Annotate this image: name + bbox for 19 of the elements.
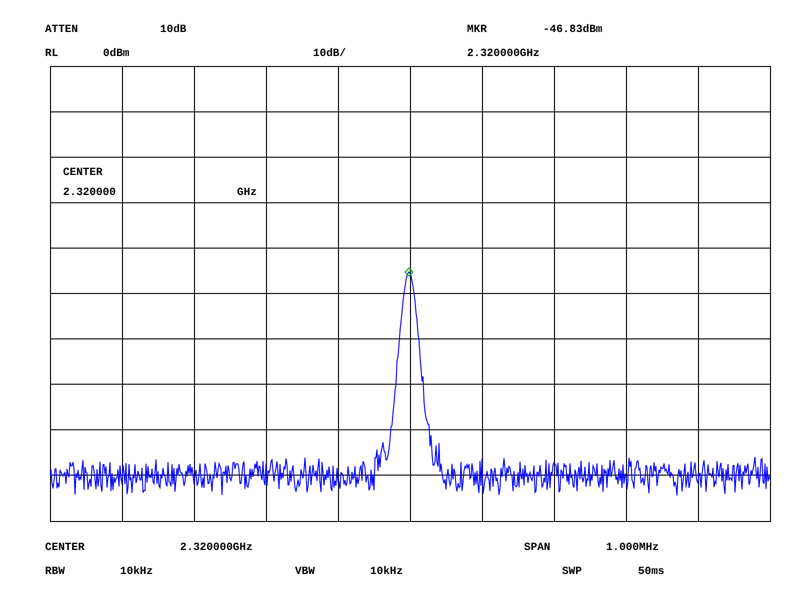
header-label: ATTEN bbox=[45, 23, 78, 38]
footer-value: 1.000MHz bbox=[606, 541, 659, 556]
footer-value: 10kHz bbox=[120, 565, 154, 580]
footer-label: SPAN bbox=[524, 541, 550, 556]
header-value: 0dBm bbox=[103, 47, 130, 62]
footer-value: 2.320000GHz bbox=[180, 541, 253, 556]
footer-label: SWP bbox=[562, 565, 582, 580]
header-label: MKR bbox=[467, 23, 487, 38]
header-label: 10dB/ bbox=[313, 47, 346, 62]
header-value: 10dB bbox=[160, 23, 186, 38]
header-value: 2.320000GHz bbox=[467, 47, 540, 62]
footer-label: RBW bbox=[45, 565, 65, 580]
marker-icon bbox=[404, 267, 414, 277]
header-label: RL bbox=[45, 47, 58, 62]
footer-value: 10kHz bbox=[370, 565, 404, 580]
footer-value: 50ms bbox=[638, 565, 664, 580]
footer-label: CENTER bbox=[45, 541, 85, 556]
footer-label: VBW bbox=[295, 565, 315, 580]
header-value: -46.83dBm bbox=[543, 23, 602, 38]
